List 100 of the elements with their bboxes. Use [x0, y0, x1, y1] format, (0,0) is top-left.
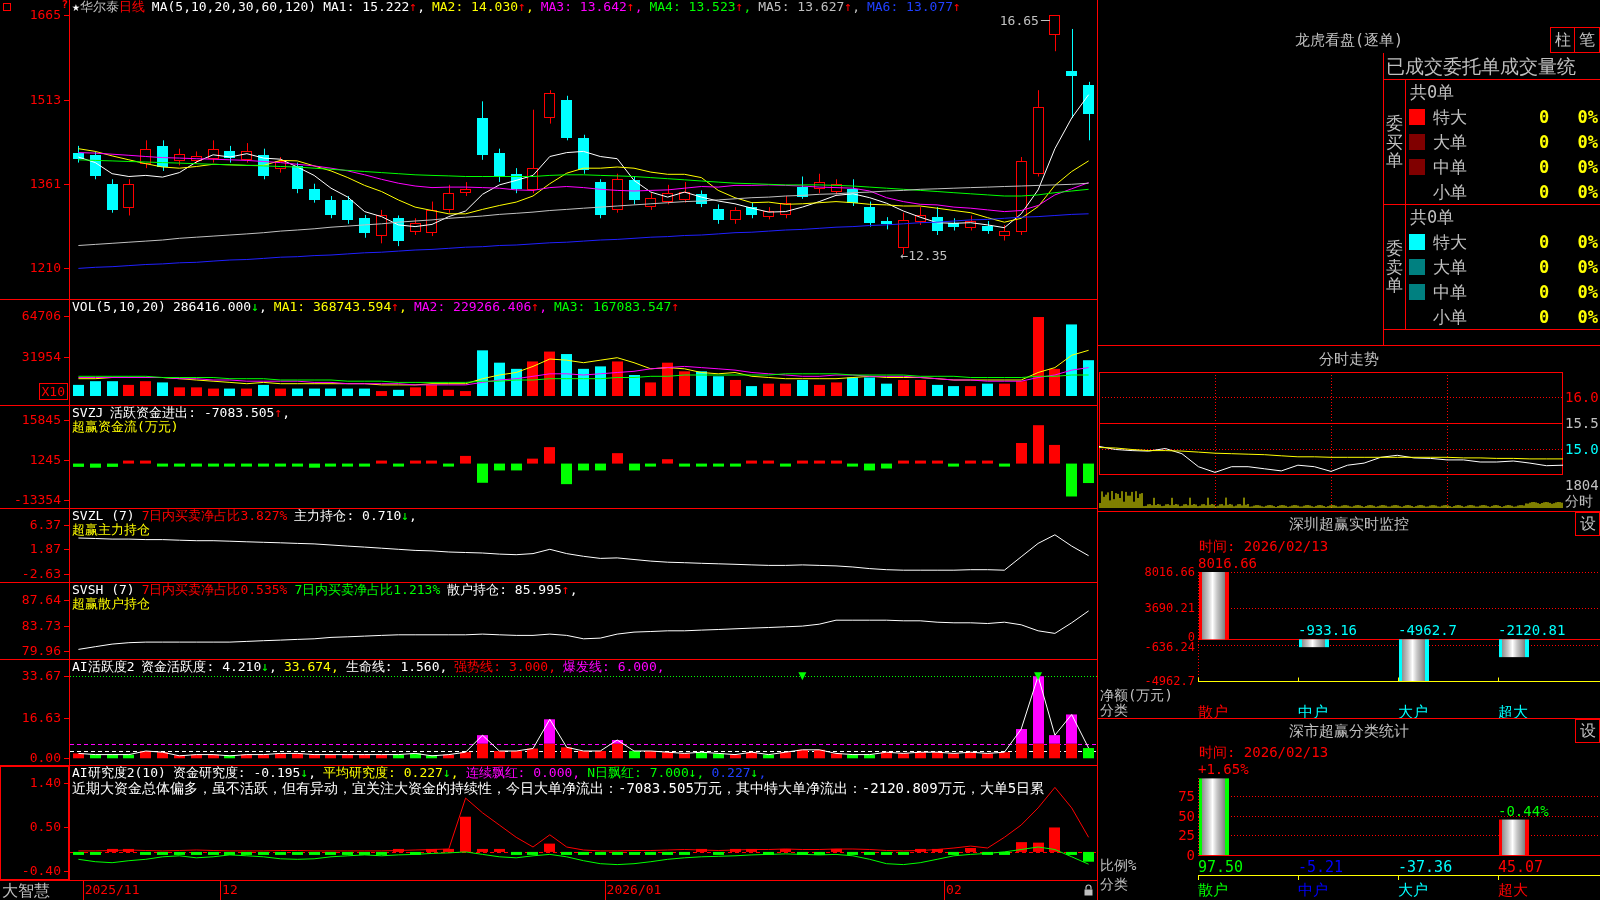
- bar: [426, 384, 437, 396]
- bar: [544, 447, 555, 464]
- bar: [763, 383, 774, 396]
- candlestick: [208, 139, 219, 164]
- bar: [932, 460, 943, 464]
- category-label: 大户: [1398, 881, 1428, 899]
- bar: [965, 386, 976, 396]
- candlestick: [730, 206, 741, 225]
- bar: [864, 851, 875, 855]
- candlestick: [157, 139, 168, 172]
- axis-label: -13354: [14, 493, 61, 508]
- bar: [814, 384, 825, 396]
- legend-item: 散户持仓: 85.995↑,: [447, 583, 578, 597]
- bar: [696, 752, 707, 759]
- candlestick: [797, 176, 808, 200]
- bar: [107, 754, 118, 759]
- bar: [730, 754, 741, 759]
- bar: [578, 463, 589, 471]
- date-label: 2025/11: [84, 882, 140, 898]
- help-button[interactable]: ?: [61, 0, 68, 10]
- order-type: 大单: [1433, 256, 1468, 277]
- bar: [174, 387, 185, 396]
- candlestick: [325, 195, 336, 219]
- value-label: -4962.7: [1398, 623, 1457, 639]
- candlestick: [494, 148, 505, 183]
- axis-label: 1245: [29, 453, 61, 468]
- bar: [932, 752, 943, 759]
- bar: [73, 384, 84, 396]
- bar: [898, 851, 909, 855]
- bar: [595, 366, 606, 396]
- bar: [376, 754, 387, 759]
- bar: [224, 851, 235, 855]
- category-label: 散户: [1198, 881, 1228, 899]
- bar: [713, 463, 724, 467]
- lock-icon: [1084, 884, 1093, 896]
- bar: [460, 391, 471, 396]
- legend-item: N日飘红: 7.000↓,: [587, 766, 705, 780]
- legend-item: MA3: 167083.547↑: [554, 300, 680, 314]
- legend-item: 资金研究度: -0.195↓,: [172, 766, 317, 780]
- mode-button[interactable]: 笔: [1575, 27, 1600, 53]
- bar: [73, 753, 84, 759]
- bar: [847, 851, 858, 855]
- bar: [123, 848, 134, 852]
- axis-label: 0.00: [29, 751, 61, 766]
- category-label: 中户: [1298, 881, 1328, 899]
- bar: [965, 752, 976, 759]
- axis-label: 25: [1178, 828, 1195, 843]
- bar: [1049, 827, 1060, 852]
- unit-label: X10: [38, 383, 68, 400]
- bar: [157, 752, 168, 759]
- candlestick: [241, 142, 252, 164]
- panel-title: 深市超赢分类统计: [1289, 722, 1409, 740]
- candlestick: [174, 148, 185, 166]
- bar: [107, 381, 118, 396]
- bar: [241, 754, 252, 759]
- candlestick: [578, 134, 589, 175]
- order-count: 0: [1538, 156, 1550, 177]
- bar: [595, 463, 606, 471]
- mode-button[interactable]: 柱: [1550, 27, 1575, 53]
- legend-item: MA1: 368743.594↑,: [273, 300, 407, 314]
- bar: [645, 851, 656, 855]
- bar: [730, 463, 741, 467]
- indicator-title: 超赢资金流(万元): [72, 420, 179, 434]
- bar: [847, 754, 858, 759]
- bar: [157, 463, 168, 467]
- axis-label: 0: [1187, 632, 1195, 642]
- axis-label: 1.87: [29, 542, 61, 557]
- legend-item: MA4: 13.523↑,: [649, 0, 752, 14]
- candlestick: [629, 176, 640, 205]
- legend-item: MA2: 229266.406↑,: [413, 300, 547, 314]
- bar: [527, 458, 538, 464]
- axis-label: 0: [1186, 848, 1195, 862]
- bar: [426, 755, 437, 759]
- bar: [696, 371, 707, 396]
- bar: [174, 463, 185, 467]
- bar: [309, 851, 320, 855]
- bar: [258, 754, 269, 759]
- order-share: 0%: [1577, 181, 1598, 202]
- candlestick: [359, 214, 370, 239]
- bar: [325, 754, 336, 759]
- axis-label: 6.37: [29, 518, 61, 533]
- bar: [275, 463, 286, 467]
- bar: [191, 463, 202, 467]
- legend-item: 33.674,: [283, 660, 339, 674]
- bar: [864, 377, 875, 396]
- candlestick: [258, 148, 269, 180]
- settings-button[interactable]: 设: [1575, 719, 1600, 743]
- bar: [679, 371, 690, 396]
- legend-item: 7日内买卖净占比1.213%: [294, 583, 441, 597]
- bar: [679, 753, 690, 759]
- candlestick: [140, 139, 151, 169]
- axis-title: 净额(万元): [1100, 688, 1173, 703]
- order-share: 0%: [1577, 131, 1598, 152]
- bar: [511, 463, 522, 471]
- bar: [376, 851, 387, 855]
- settings-button[interactable]: 设: [1575, 512, 1600, 536]
- axis-label: 50: [1178, 808, 1195, 823]
- category-label: 散户: [1198, 703, 1228, 721]
- bar: [797, 749, 808, 759]
- bar: [73, 851, 84, 855]
